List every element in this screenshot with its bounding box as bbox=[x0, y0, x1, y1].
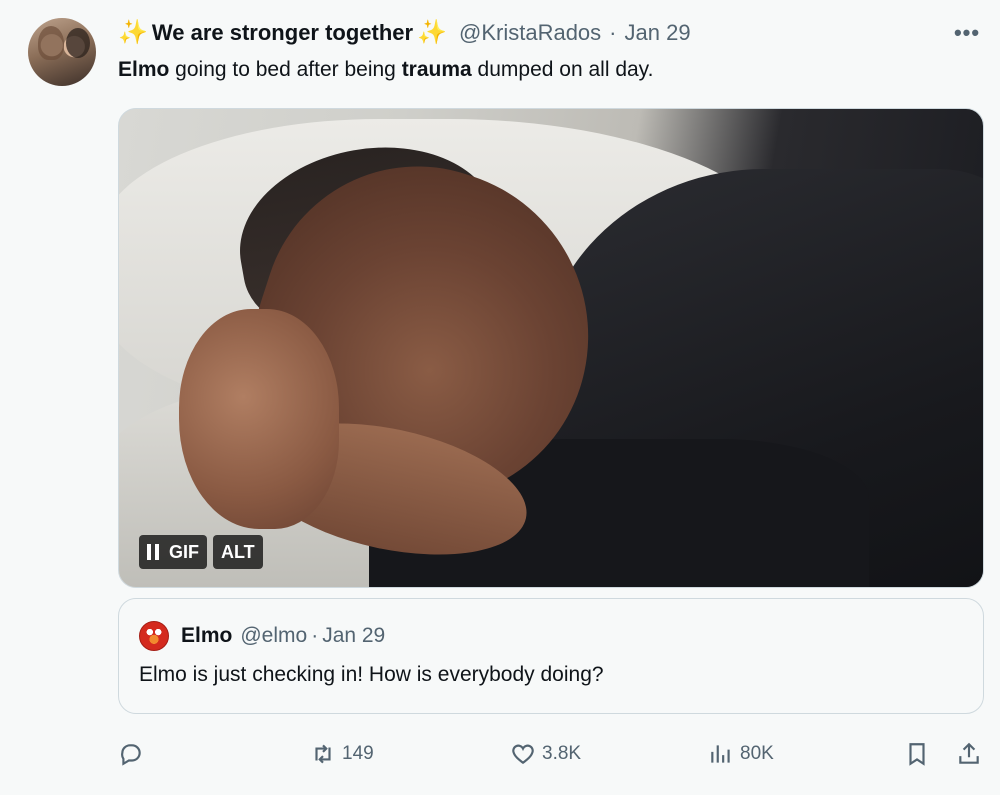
text-segment: dumped on all day. bbox=[471, 58, 654, 81]
media-badges: GIF ALT bbox=[139, 535, 263, 569]
quoted-author-handle[interactable]: @elmo bbox=[240, 624, 307, 648]
quoted-author-avatar[interactable] bbox=[139, 621, 169, 651]
more-options-button[interactable]: ••• bbox=[952, 20, 982, 45]
like-button[interactable]: 3.8K bbox=[510, 736, 581, 772]
bookmark-icon bbox=[909, 743, 925, 766]
share-icon bbox=[959, 742, 979, 764]
like-count: 3.8K bbox=[542, 743, 582, 764]
bar-chart-icon bbox=[711, 745, 730, 763]
author-display-name[interactable]: We are stronger together bbox=[152, 20, 413, 46]
bookmark-button[interactable] bbox=[904, 736, 930, 772]
alt-badge[interactable]: ALT bbox=[213, 535, 263, 569]
author-handle[interactable]: @KristaRados bbox=[459, 20, 601, 46]
retweet-count: 149 bbox=[342, 743, 374, 764]
tweet-header: ✨ We are stronger together ✨ @KristaRado… bbox=[118, 18, 691, 48]
author-avatar[interactable] bbox=[28, 18, 96, 86]
quoted-tweet-header: Elmo @elmo · Jan 29 bbox=[181, 621, 385, 651]
heart-icon bbox=[512, 744, 534, 764]
media-hand bbox=[179, 309, 339, 529]
quoted-tweet-text: Elmo is just checking in! How is everybo… bbox=[139, 663, 604, 686]
retweet-icon bbox=[315, 744, 331, 764]
gif-badge[interactable]: GIF bbox=[139, 535, 207, 569]
retweet-button[interactable]: 149 bbox=[310, 736, 374, 772]
quoted-author-name[interactable]: Elmo bbox=[181, 624, 232, 648]
text-bold-elmo: Elmo bbox=[118, 58, 170, 81]
views-count: 80K bbox=[740, 743, 774, 764]
tweet-text: Elmo going to bed after being trauma dum… bbox=[118, 58, 653, 82]
tweet-date[interactable]: Jan 29 bbox=[625, 20, 691, 46]
separator-dot: · bbox=[609, 20, 617, 45]
reply-icon bbox=[121, 744, 141, 766]
gif-media[interactable]: GIF ALT bbox=[118, 108, 984, 588]
tweet[interactable]: ✨ We are stronger together ✨ @KristaRado… bbox=[0, 0, 1000, 795]
gif-label: GIF bbox=[169, 541, 199, 562]
share-button[interactable] bbox=[956, 736, 982, 772]
pause-icon[interactable] bbox=[147, 544, 159, 560]
text-segment: going to bed after being bbox=[169, 58, 402, 81]
separator-dot: · bbox=[311, 624, 319, 647]
quoted-tweet[interactable]: Elmo @elmo · Jan 29 Elmo is just checkin… bbox=[118, 598, 984, 714]
sparkles-icon: ✨ bbox=[417, 19, 447, 46]
tweet-actions: 149 3.8K 80K bbox=[118, 736, 988, 772]
quoted-tweet-date[interactable]: Jan 29 bbox=[322, 624, 385, 648]
text-bold-trauma: trauma bbox=[401, 58, 472, 81]
views-button[interactable]: 80K bbox=[708, 736, 774, 772]
sparkles-icon: ✨ bbox=[118, 19, 148, 46]
reply-button[interactable] bbox=[118, 736, 144, 772]
